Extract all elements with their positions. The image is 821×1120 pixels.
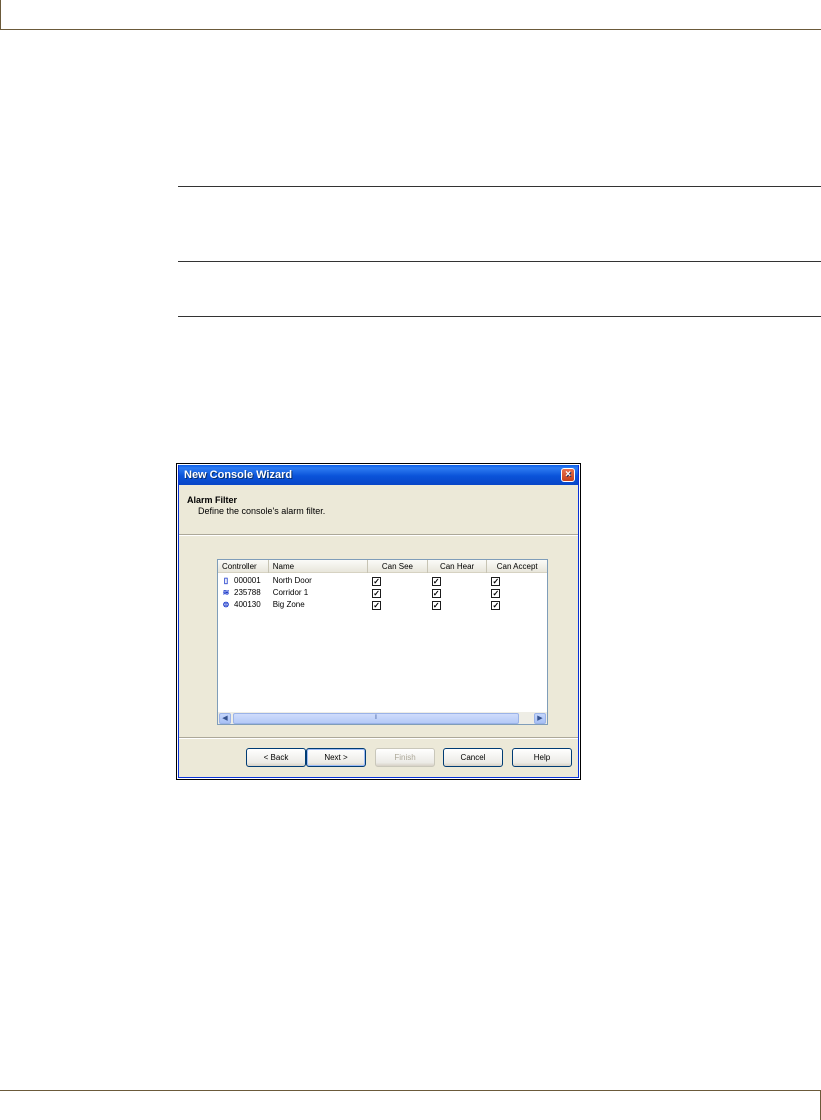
page-subtitle: Define the console's alarm filter. <box>198 506 326 516</box>
title-bar[interactable]: New Console Wizard × <box>179 465 578 485</box>
alarm-filter-list[interactable]: Controller Name Can See Can Hear Can Acc… <box>217 559 548 725</box>
scroll-right-button[interactable]: ▶ <box>534 713 546 724</box>
new-console-wizard-window: New Console Wizard × Alarm Filter Define… <box>176 463 581 780</box>
can-see-cell: ✓ <box>368 575 428 587</box>
can-hear-checkbox[interactable]: ✓ <box>431 576 441 586</box>
can-accept-checkbox[interactable]: ✓ <box>491 576 501 586</box>
name-cell: Big Zone <box>272 600 305 609</box>
window-body: New Console Wizard × Alarm Filter Define… <box>178 465 579 778</box>
chevron-right-icon: ▶ <box>537 715 543 722</box>
page-title: Alarm Filter <box>187 495 238 505</box>
window-title: New Console Wizard <box>184 469 293 481</box>
column-header-can-accept[interactable]: Can Accept <box>487 560 547 573</box>
can-see-checkbox[interactable]: ✓ <box>372 576 382 586</box>
column-header-can-see[interactable]: Can See <box>368 560 428 573</box>
can-hear-checkbox[interactable]: ✓ <box>431 600 441 610</box>
corridor-controller-icon: ≋ <box>222 588 230 597</box>
cancel-button[interactable]: Cancel <box>443 748 503 767</box>
can-accept-checkbox[interactable]: ✓ <box>491 600 501 610</box>
can-see-checkbox[interactable]: ✓ <box>372 588 382 598</box>
door-controller-icon: ▯ <box>223 576 229 585</box>
can-hear-checkbox[interactable]: ✓ <box>431 588 441 598</box>
column-header-controller[interactable]: Controller <box>218 560 269 573</box>
can-see-cell: ✓ <box>368 587 428 599</box>
controller-id: 235788 <box>234 588 261 597</box>
page-frame-top <box>0 0 821 30</box>
divider-line <box>178 261 821 262</box>
divider-line <box>178 186 821 187</box>
list-header: Controller Name Can See Can Hear Can Acc… <box>218 560 547 573</box>
controller-cell: ▯ 000001 <box>218 575 269 587</box>
divider-line <box>178 316 821 317</box>
zone-controller-icon: ⊜ <box>222 600 230 609</box>
can-see-checkbox[interactable]: ✓ <box>372 600 382 610</box>
page-frame-bottom <box>0 1090 821 1120</box>
can-hear-cell: ✓ <box>428 575 488 587</box>
finish-button[interactable]: Finish <box>375 748 435 767</box>
close-button[interactable]: × <box>561 468 575 482</box>
controller-cell: ⊜ 400130 <box>218 599 269 611</box>
help-button[interactable]: Help <box>512 748 572 767</box>
column-header-can-hear[interactable]: Can Hear <box>428 560 488 573</box>
controller-cell: ≋ 235788 <box>218 587 269 599</box>
can-see-cell: ✓ <box>368 599 428 611</box>
wizard-header: Alarm Filter Define the console's alarm … <box>179 485 578 536</box>
scroll-left-button[interactable]: ◀ <box>219 713 231 724</box>
can-accept-checkbox[interactable]: ✓ <box>491 588 501 598</box>
table-row[interactable]: ▯ 000001 North Door ✓ ✓ ✓ <box>218 575 547 587</box>
can-accept-cell: ✓ <box>487 587 547 599</box>
can-hear-cell: ✓ <box>428 599 488 611</box>
controller-id: 000001 <box>234 576 261 585</box>
name-cell: Corridor 1 <box>272 588 309 597</box>
back-button[interactable]: < Back <box>246 748 306 767</box>
list-rows: ▯ 000001 North Door ✓ ✓ ✓ ≋ 235788 Corri… <box>218 575 547 611</box>
chevron-left-icon: ◀ <box>222 715 228 722</box>
column-header-name[interactable]: Name <box>269 560 369 573</box>
scroll-thumb[interactable]: ⦀ <box>233 713 519 724</box>
close-icon: × <box>565 469 571 480</box>
table-row[interactable]: ≋ 235788 Corridor 1 ✓ ✓ ✓ <box>218 587 547 599</box>
next-button[interactable]: Next > <box>306 748 366 767</box>
can-hear-cell: ✓ <box>428 587 488 599</box>
name-cell: North Door <box>272 576 312 585</box>
button-separator <box>179 737 578 739</box>
can-accept-cell: ✓ <box>487 599 547 611</box>
table-row[interactable]: ⊜ 400130 Big Zone ✓ ✓ ✓ <box>218 599 547 611</box>
controller-id: 400130 <box>234 600 261 609</box>
can-accept-cell: ✓ <box>487 575 547 587</box>
horizontal-scrollbar[interactable]: ◀ ⦀ ▶ <box>218 711 547 724</box>
grip-icon: ⦀ <box>374 715 378 721</box>
